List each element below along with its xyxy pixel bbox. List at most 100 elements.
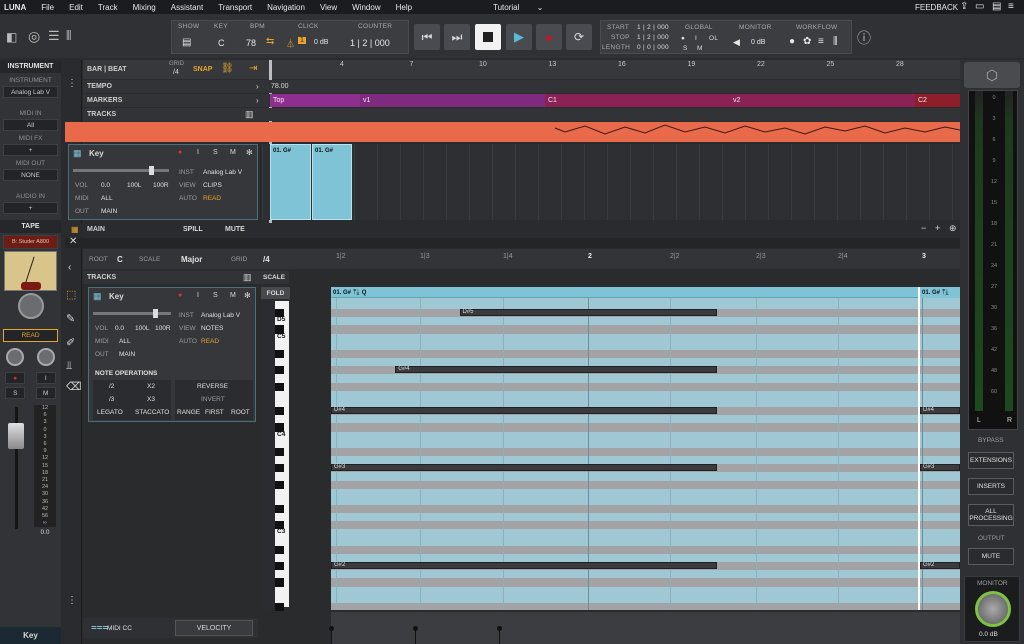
velocity-button[interactable]: VELOCITY bbox=[175, 620, 253, 636]
mute-button[interactable]: M bbox=[35, 387, 56, 399]
piano-black-key[interactable] bbox=[275, 382, 284, 391]
menu-icon[interactable]: ≡ bbox=[1008, 1, 1014, 12]
velocity-tool-icon[interactable]: ⫫ bbox=[66, 360, 72, 373]
staccato-button[interactable]: STACCATO bbox=[135, 409, 169, 416]
audio-in-add-button[interactable]: + bbox=[3, 202, 58, 214]
marker-v2[interactable]: v2 bbox=[730, 94, 915, 107]
play-button[interactable]: ▶ bbox=[506, 24, 532, 50]
note[interactable]: D#4 bbox=[920, 407, 960, 415]
mute-button[interactable]: M bbox=[230, 149, 236, 156]
clip-header-2[interactable]: 01. G# ⤒⤓ bbox=[919, 287, 960, 298]
mute-button[interactable]: M bbox=[230, 292, 236, 299]
midi-value[interactable]: ALL bbox=[119, 338, 131, 345]
input-button[interactable]: I bbox=[197, 292, 199, 299]
grid-select[interactable]: /4 bbox=[263, 255, 270, 264]
piano-keyboard[interactable] bbox=[275, 301, 289, 612]
tracks-view-icon[interactable]: ▥ bbox=[245, 109, 254, 120]
chevron-right-icon[interactable]: › bbox=[256, 82, 259, 91]
counter-value[interactable]: 1 | 2 | 000 bbox=[350, 38, 390, 48]
bpm-value[interactable]: 78 bbox=[246, 38, 256, 48]
window-icon[interactable]: ▭ bbox=[975, 1, 984, 12]
info-icon[interactable]: ⓘ bbox=[857, 28, 871, 48]
midi-in-select[interactable]: All bbox=[3, 119, 58, 131]
solo-button[interactable]: S bbox=[5, 387, 26, 399]
menu-transport[interactable]: Transport bbox=[218, 3, 252, 12]
send-knob-1[interactable] bbox=[6, 348, 25, 366]
menu-navigation[interactable]: Navigation bbox=[267, 3, 305, 12]
track-header-key[interactable]: ▦ Key ● I S M ✻ VOL 0.0 100L 100R MIDI A… bbox=[68, 144, 258, 220]
zoom-out-icon[interactable]: − bbox=[921, 223, 926, 233]
marker-c1[interactable]: C1 bbox=[545, 94, 730, 107]
tape-knob[interactable] bbox=[17, 293, 44, 319]
record-arm-button[interactable]: ● bbox=[178, 292, 182, 299]
midi-value[interactable]: ALL bbox=[101, 195, 113, 202]
overview-waveform[interactable] bbox=[65, 122, 961, 142]
legato-button[interactable]: LEGATO bbox=[97, 409, 123, 416]
volume-fader[interactable] bbox=[8, 423, 24, 449]
loop-handle-icon[interactable]: ⤒⤓ bbox=[942, 289, 948, 296]
link-icon[interactable]: ⛓ bbox=[221, 63, 234, 74]
view-value[interactable]: CLIPS bbox=[203, 182, 222, 189]
velocity-dot[interactable] bbox=[497, 626, 502, 631]
target-icon[interactable]: ◎ bbox=[28, 28, 40, 45]
global-s-button[interactable]: S bbox=[683, 45, 688, 52]
zoom-fit-icon[interactable]: ⊕ bbox=[949, 223, 957, 234]
marker-top[interactable]: Top bbox=[270, 94, 360, 107]
triple-button[interactable]: X3 bbox=[147, 396, 155, 403]
palette-icon[interactable]: ✿ bbox=[803, 36, 811, 47]
more-icon[interactable]: ⋮ bbox=[67, 78, 77, 89]
eraser-tool-icon[interactable]: ⌫ bbox=[66, 380, 82, 393]
clip-header[interactable]: 01. G# ⤒⤓ Q bbox=[331, 287, 919, 298]
spill-button[interactable]: SPILL bbox=[183, 226, 203, 233]
marker-v1[interactable]: v1 bbox=[360, 94, 545, 107]
invert-range-button[interactable]: RANGE bbox=[177, 409, 200, 416]
midi-fx-add-button[interactable]: + bbox=[3, 144, 58, 156]
app-menu[interactable]: LUNA bbox=[4, 3, 26, 12]
root-select[interactable]: C bbox=[117, 255, 123, 264]
follow-icon[interactable]: ⇥ bbox=[249, 63, 257, 74]
global-ol-button[interactable]: OL bbox=[709, 35, 718, 42]
speaker-icon[interactable]: ◀︎ bbox=[733, 37, 740, 48]
global-m-button[interactable]: M bbox=[697, 45, 703, 52]
instrument-slot[interactable]: Analog Lab V bbox=[3, 86, 58, 98]
scale-toggle[interactable]: SCALE bbox=[263, 274, 285, 281]
loop-handle-icon[interactable]: ⤒⤓ bbox=[353, 289, 359, 296]
click-level[interactable]: 0 dB bbox=[314, 39, 328, 46]
invert-root-button[interactable]: ROOT bbox=[231, 409, 250, 416]
monitor-level[interactable]: 0 dB bbox=[751, 39, 765, 46]
pan-left[interactable]: 100L bbox=[135, 325, 149, 332]
menu-track[interactable]: Track bbox=[98, 3, 118, 12]
note[interactable]: G#2 bbox=[920, 562, 960, 570]
record-arm-button[interactable]: ● bbox=[5, 372, 26, 384]
piano-black-key[interactable] bbox=[275, 578, 284, 587]
more-icon-2[interactable]: ⋮ bbox=[67, 595, 77, 606]
inserts-button[interactable]: INSERTS bbox=[968, 478, 1014, 495]
out-value[interactable]: MAIN bbox=[101, 208, 117, 215]
fold-button[interactable]: FOLD bbox=[261, 287, 290, 299]
piano-black-key[interactable] bbox=[275, 505, 284, 514]
solo-button[interactable]: S bbox=[213, 292, 218, 299]
list-icon[interactable]: ≡ bbox=[818, 36, 824, 47]
monitor-level[interactable]: 0.0 dB bbox=[979, 631, 998, 638]
layout-icon[interactable]: ▤ bbox=[992, 1, 1001, 12]
piano-black-key[interactable] bbox=[275, 447, 284, 457]
tap-tempo-icon[interactable]: ⇆ bbox=[266, 36, 274, 47]
clip-end-line[interactable] bbox=[918, 287, 920, 610]
input-button[interactable]: I bbox=[197, 149, 199, 156]
settings-icon[interactable]: ✻ bbox=[246, 148, 253, 157]
note[interactable]: G#3 bbox=[331, 464, 717, 472]
note[interactable]: D#5 bbox=[459, 309, 717, 317]
tempo-value[interactable]: 78.00 bbox=[271, 83, 289, 90]
midi-out-select[interactable]: NONE bbox=[3, 169, 58, 181]
collapse-icon[interactable]: ‹ bbox=[68, 262, 71, 273]
meter-icon[interactable]: ⫼ bbox=[833, 36, 838, 47]
auto-value[interactable]: READ bbox=[201, 338, 219, 345]
feedback-link[interactable]: FEEDBACK bbox=[915, 3, 958, 12]
menu-view[interactable]: View bbox=[320, 3, 337, 12]
grid-select[interactable]: /4 bbox=[173, 69, 179, 76]
scale-select[interactable]: Major bbox=[181, 255, 202, 264]
volume-slider[interactable] bbox=[93, 309, 171, 318]
piano-black-key[interactable] bbox=[275, 349, 284, 359]
midi-clip[interactable]: 01. G# bbox=[312, 144, 352, 220]
snap-toggle[interactable]: SNAP bbox=[193, 66, 212, 73]
